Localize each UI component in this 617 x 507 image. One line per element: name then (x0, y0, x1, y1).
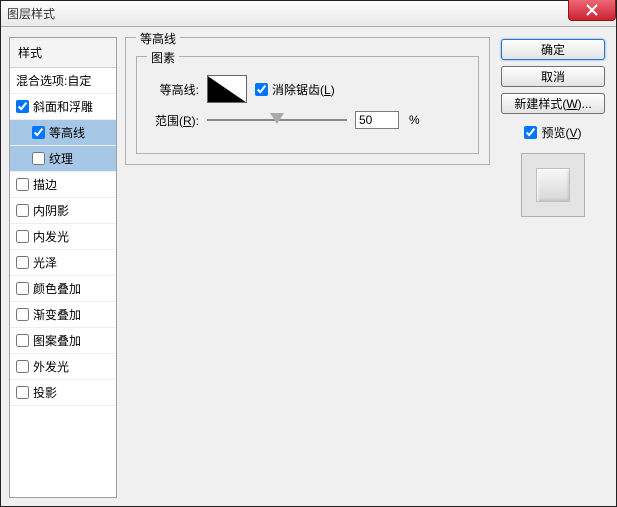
sidebar-item-checkbox[interactable] (16, 308, 29, 321)
range-label: 范围(R): (149, 112, 199, 129)
sidebar-item-4[interactable]: 内阴影 (10, 198, 116, 224)
antialias-checkbox[interactable] (255, 83, 268, 96)
sidebar-item-9[interactable]: 图案叠加 (10, 328, 116, 354)
sidebar-item-11[interactable]: 投影 (10, 380, 116, 406)
contour-section: 等高线 图素 等高线: 消除锯齿(L) 范围(R): (125, 37, 490, 165)
sidebar-item-10[interactable]: 外发光 (10, 354, 116, 380)
window-title: 图层样式 (7, 5, 55, 22)
dialog-content: 样式 混合选项:自定 斜面和浮雕等高线纹理描边内阴影内发光光泽颜色叠加渐变叠加图… (1, 27, 616, 506)
preview-checkbox[interactable] (524, 126, 537, 139)
sidebar-item-label: 渐变叠加 (33, 306, 81, 323)
sidebar-item-5[interactable]: 内发光 (10, 224, 116, 250)
layer-style-dialog: 图层样式 样式 混合选项:自定 斜面和浮雕等高线纹理描边内阴影内发光光泽颜色叠加… (0, 0, 617, 507)
sidebar-item-label: 内阴影 (33, 202, 69, 219)
sidebar-item-checkbox[interactable] (32, 152, 45, 165)
sidebar-item-1[interactable]: 等高线 (10, 120, 116, 146)
sidebar-item-checkbox[interactable] (16, 204, 29, 217)
preview-label: 预览(V) (541, 124, 581, 141)
cancel-button[interactable]: 取消 (501, 66, 605, 87)
contour-label: 等高线: (149, 81, 199, 98)
preview-swatch (521, 153, 585, 217)
sidebar-item-checkbox[interactable] (16, 282, 29, 295)
sidebar-item-label: 投影 (33, 384, 57, 401)
sidebar-item-label: 等高线 (49, 124, 85, 141)
sidebar-item-label: 外发光 (33, 358, 69, 375)
range-unit: % (409, 113, 420, 127)
sidebar-header: 样式 (10, 38, 116, 68)
sidebar-item-0[interactable]: 斜面和浮雕 (10, 94, 116, 120)
sidebar-item-7[interactable]: 颜色叠加 (10, 276, 116, 302)
blend-options-item[interactable]: 混合选项:自定 (10, 68, 116, 94)
contour-row: 等高线: 消除锯齿(L) (149, 75, 466, 103)
sidebar-item-label: 颜色叠加 (33, 280, 81, 297)
sidebar-item-checkbox[interactable] (16, 100, 29, 113)
titlebar: 图层样式 (1, 1, 616, 27)
sidebar-item-label: 内发光 (33, 228, 69, 245)
sidebar-item-3[interactable]: 描边 (10, 172, 116, 198)
sidebar-item-checkbox[interactable] (16, 178, 29, 191)
sidebar-item-checkbox[interactable] (16, 256, 29, 269)
contour-section-title: 等高线 (136, 30, 180, 47)
sidebar-item-label: 图案叠加 (33, 332, 81, 349)
blend-options-label: 混合选项:自定 (16, 72, 91, 89)
range-row: 范围(R): % (149, 111, 466, 129)
elements-subsection-title: 图素 (147, 49, 179, 66)
sidebar-item-label: 斜面和浮雕 (33, 98, 93, 115)
contour-picker[interactable] (207, 75, 247, 103)
sidebar-item-8[interactable]: 渐变叠加 (10, 302, 116, 328)
elements-subsection: 图素 等高线: 消除锯齿(L) 范围(R): (136, 56, 479, 154)
close-button[interactable] (568, 0, 616, 21)
range-slider-thumb[interactable] (270, 113, 284, 124)
sidebar-item-checkbox[interactable] (16, 334, 29, 347)
range-input[interactable] (355, 111, 399, 129)
sidebar-item-label: 纹理 (49, 150, 73, 167)
range-slider[interactable] (207, 112, 347, 128)
sidebar-item-6[interactable]: 光泽 (10, 250, 116, 276)
action-panel: 确定 取消 新建样式(W)... 预览(V) (498, 37, 608, 498)
antialias-label: 消除锯齿(L) (272, 81, 335, 98)
styles-sidebar: 样式 混合选项:自定 斜面和浮雕等高线纹理描边内阴影内发光光泽颜色叠加渐变叠加图… (9, 37, 117, 498)
ok-button[interactable]: 确定 (501, 39, 605, 60)
antialias-checkbox-wrap[interactable]: 消除锯齿(L) (255, 81, 335, 98)
new-style-button[interactable]: 新建样式(W)... (501, 93, 605, 114)
sidebar-item-2[interactable]: 纹理 (10, 146, 116, 172)
sidebar-item-checkbox[interactable] (32, 126, 45, 139)
close-icon (586, 4, 598, 16)
sidebar-item-checkbox[interactable] (16, 360, 29, 373)
settings-panel: 等高线 图素 等高线: 消除锯齿(L) 范围(R): (125, 37, 490, 498)
sidebar-item-checkbox[interactable] (16, 230, 29, 243)
preview-inner (536, 168, 570, 202)
sidebar-item-checkbox[interactable] (16, 386, 29, 399)
preview-checkbox-wrap[interactable]: 预览(V) (524, 124, 581, 141)
sidebar-item-label: 描边 (33, 176, 57, 193)
sidebar-item-label: 光泽 (33, 254, 57, 271)
